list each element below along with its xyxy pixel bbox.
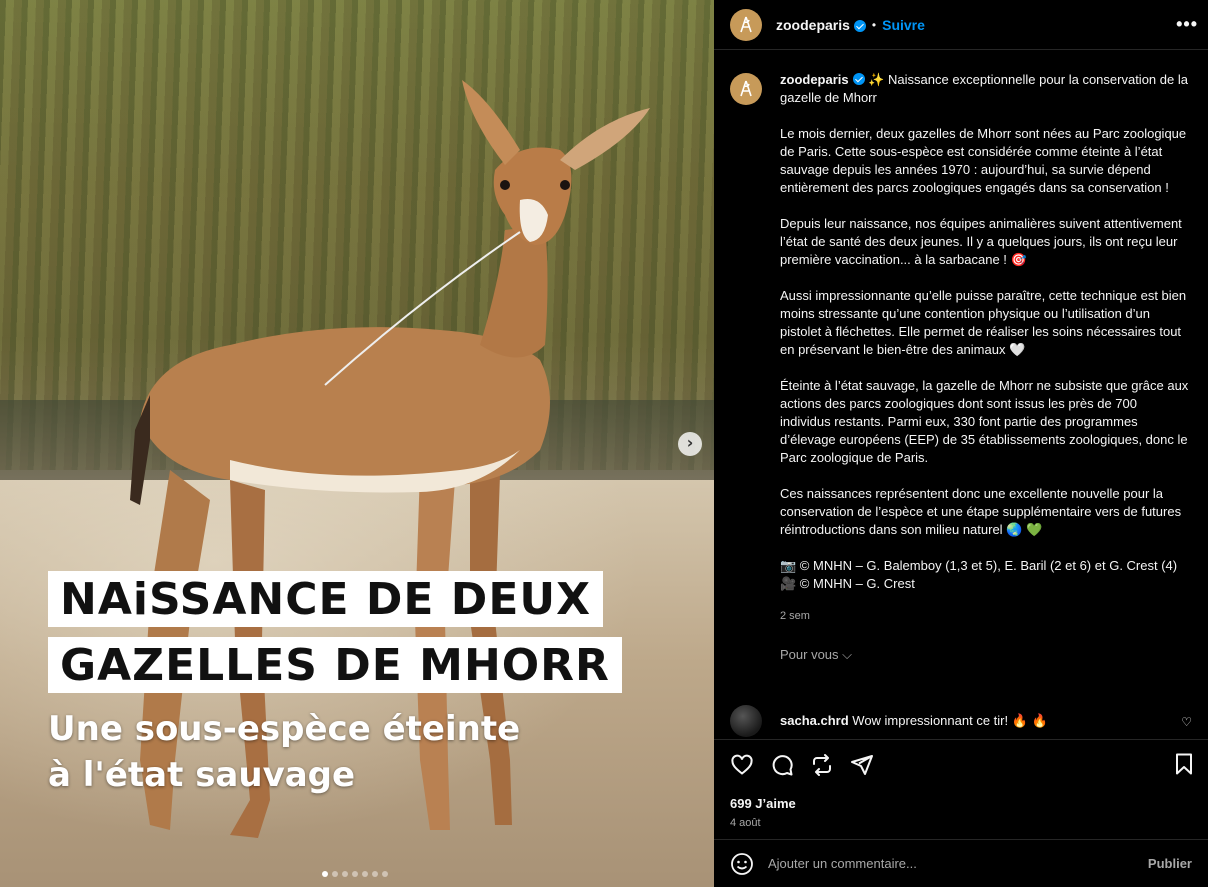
avatar[interactable] — [730, 8, 762, 41]
headline-line-1: NAiSSANCE DE DEUX — [48, 571, 604, 627]
carousel-dot — [342, 871, 348, 877]
video-credit: 🎥 © MNHN – G. Crest — [780, 576, 915, 591]
like-count[interactable]: 699 J’aime — [730, 796, 1192, 811]
heart-icon[interactable] — [730, 753, 754, 777]
carousel-dot — [382, 871, 388, 877]
action-icons — [730, 752, 1192, 778]
post-header: zoodeparis • Suivre ••• — [714, 0, 1208, 50]
bookmark-icon[interactable] — [1172, 752, 1196, 776]
subline-line-1: Une sous-espèce éteinte — [48, 709, 521, 749]
publish-button[interactable]: Publier — [1148, 856, 1192, 871]
header-username[interactable]: zoodeparis — [776, 17, 850, 33]
follow-button[interactable]: Suivre — [882, 17, 925, 33]
caption-row: zoodeparis ✨ Naissance exceptionnelle po… — [730, 71, 1192, 625]
caption-paragraph: Le mois dernier, deux gazelles de Mhorr … — [780, 126, 1187, 195]
carousel-dot — [332, 871, 338, 877]
next-slide-button[interactable]: › — [678, 432, 702, 456]
carousel-dot — [362, 871, 368, 877]
carousel-dot — [352, 871, 358, 877]
share-icon[interactable] — [850, 753, 874, 777]
photo-credit: 📷 © MNHN – G. Balemboy (1,3 et 5), E. Ba… — [780, 558, 1178, 573]
caption-paragraph: Aussi impressionnante qu’elle puisse par… — [780, 288, 1187, 357]
headline-line-2: GAZELLES DE MHORR — [48, 637, 622, 693]
zoo-logo-icon — [740, 16, 752, 32]
for-you-toggle[interactable]: Pour vous ⌵ — [780, 647, 1192, 663]
comment-like-icon[interactable]: ♡ — [1181, 715, 1192, 729]
separator-dot: • — [871, 17, 877, 32]
subline-line-2: à l'état sauvage — [48, 755, 356, 795]
comment-body: Wow impressionnant ce tir! 🔥 🔥 — [852, 713, 1048, 728]
comment-input[interactable] — [768, 856, 1148, 871]
verified-badge-icon — [853, 19, 866, 32]
post-date[interactable]: 4 août — [730, 817, 1192, 829]
caption-paragraph: Éteinte à l’état sauvage, la gazelle de … — [780, 378, 1189, 465]
avatar[interactable] — [730, 73, 762, 105]
subline: Une sous-espèce éteinte à l'état sauvage — [48, 706, 568, 798]
comment-text: sacha.chrd Wow impressionnant ce tir! 🔥 … — [780, 713, 1048, 729]
comment-username[interactable]: sacha.chrd — [780, 713, 849, 728]
caption-age: 2 sem — [780, 610, 810, 622]
carousel-indicator — [322, 871, 388, 877]
repost-icon[interactable] — [810, 753, 834, 777]
carousel-dot — [322, 871, 328, 877]
emoji-icon[interactable] — [730, 852, 754, 876]
add-comment-bar: Publier — [714, 839, 1208, 887]
post-sidebar: zoodeparis • Suivre ••• zoodeparis ✨ Nai… — [714, 0, 1208, 887]
comment: sacha.chrd Wow impressionnant ce tir! 🔥 … — [730, 705, 1192, 737]
more-options-icon[interactable]: ••• — [1176, 14, 1198, 35]
carousel-dot — [372, 871, 378, 877]
caption-username[interactable]: zoodeparis — [780, 72, 849, 87]
post-caption: zoodeparis ✨ Naissance exceptionnelle po… — [780, 71, 1190, 625]
caption-paragraph: Ces naissances représentent donc une exc… — [780, 486, 1182, 537]
avatar[interactable] — [730, 705, 762, 737]
verified-badge-icon — [852, 73, 865, 85]
post-actions: 699 J’aime 4 août — [714, 739, 1208, 839]
comment-icon[interactable] — [770, 753, 794, 777]
comments-area[interactable]: zoodeparis ✨ Naissance exceptionnelle po… — [714, 51, 1208, 739]
zoo-logo-icon — [740, 80, 752, 97]
caption-paragraph: Depuis leur naissance, nos équipes anima… — [780, 216, 1182, 267]
post-media[interactable]: NAiSSANCE DE DEUX GAZELLES DE MHORR Une … — [0, 0, 714, 887]
